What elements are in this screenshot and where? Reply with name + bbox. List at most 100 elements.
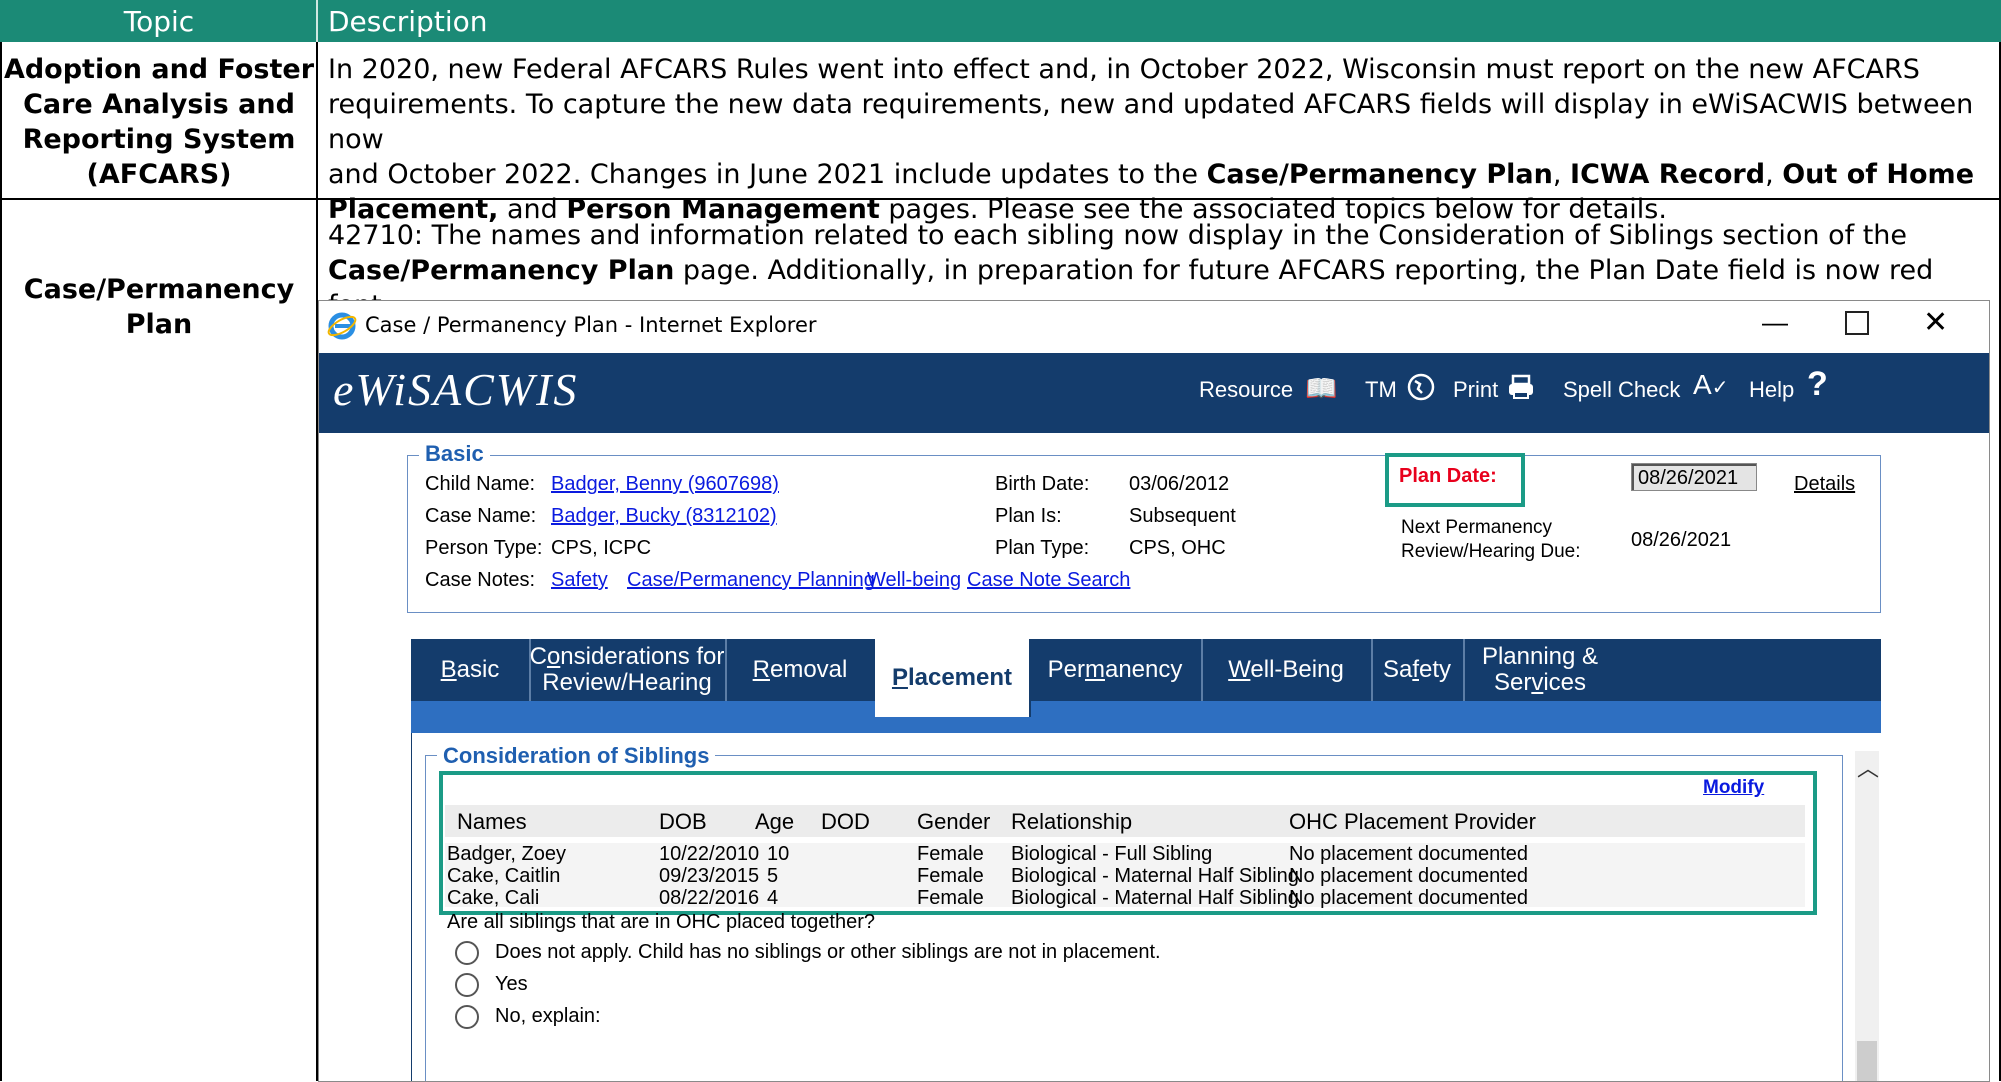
next-review-label-1: Next Permanency <box>1401 517 1553 538</box>
person-type-label: Person Type: <box>425 537 543 559</box>
desc-text: , <box>1552 159 1571 190</box>
col-age: Age <box>755 809 795 834</box>
person-type-value: CPS, ICPC <box>551 537 652 559</box>
case-name-label: Case Name: <box>425 505 537 527</box>
desc-line: 42710: The names and information related… <box>328 220 1908 251</box>
desc-bold: Case/Permanency Plan <box>328 255 675 286</box>
topic-afcars: Adoption and Foster Care Analysis and Re… <box>2 52 316 192</box>
cell-name: Cake, Cali <box>447 887 540 909</box>
table-row: Cake, Caitlin 09/23/2015 5 Female Biolog… <box>319 865 1819 887</box>
scrollbar-thumb[interactable] <box>1857 1041 1877 1081</box>
radio-does-not-apply[interactable] <box>455 941 479 965</box>
topic-line: Plan <box>125 309 193 340</box>
help-icon[interactable]: ? <box>1807 365 1828 404</box>
page-content: Basic Child Name: Badger, Benny (9607698… <box>319 433 1989 1081</box>
cell-age: 4 <box>767 887 779 909</box>
desc-line: In 2020, new Federal AFCARS Rules went i… <box>328 54 1920 85</box>
printer-icon[interactable] <box>1507 373 1535 401</box>
book-icon[interactable]: 📖 <box>1305 373 1337 404</box>
plan-type-value: CPS, OHC <box>1129 537 1226 559</box>
ie-window: Case / Permanency Plan - Internet Explor… <box>318 300 1990 1082</box>
plan-type-label: Plan Type: <box>995 537 1090 559</box>
topic-line: Case/Permanency <box>23 274 295 305</box>
case-note-search-link[interactable]: Case Note Search <box>967 569 1130 592</box>
app-logo: eWiSACWIS <box>333 364 579 415</box>
topic-header: Topic <box>123 5 195 38</box>
desc-bold: Case/Permanency Plan <box>1206 159 1553 190</box>
spell-check-link[interactable]: Spell Check <box>1563 377 1680 403</box>
cell-relationship: Biological - Maternal Half Sibling <box>1011 865 1299 887</box>
tab-well-being[interactable]: Well-Being <box>1201 639 1373 701</box>
radio-no-explain[interactable] <box>455 1005 479 1029</box>
window-titlebar: Case / Permanency Plan - Internet Explor… <box>319 301 1989 351</box>
topic-line: Adoption and Foster <box>3 54 315 85</box>
cell-dob: 10/22/2010 <box>659 843 760 865</box>
tab-planning-services[interactable]: Planning & Services <box>1463 639 1617 701</box>
cell-age: 5 <box>767 865 779 887</box>
birth-date-value: 03/06/2012 <box>1129 473 1230 495</box>
resource-link[interactable]: Resource <box>1199 377 1293 403</box>
cell-ohc-provider: No placement documented <box>1289 887 1529 909</box>
siblings-legend: Consideration of Siblings <box>437 743 716 769</box>
cell-relationship: Biological - Maternal Half Sibling <box>1011 887 1299 909</box>
scrollbar[interactable] <box>1855 751 1879 1081</box>
topic-line: (AFCARS) <box>86 159 232 190</box>
window-title: Case / Permanency Plan - Internet Explor… <box>365 313 817 337</box>
cell-age: 10 <box>767 843 790 865</box>
tab-permanency[interactable]: Permanency <box>1029 639 1203 701</box>
minimize-button[interactable]: — <box>1762 307 1788 338</box>
birth-date-label: Birth Date: <box>995 473 1090 495</box>
desc-bold: ICWA Record <box>1570 159 1766 190</box>
desc-line: and October 2022. Changes in June 2021 i… <box>328 157 1993 192</box>
tab-basic[interactable]: Basic <box>411 639 531 701</box>
tm-link[interactable]: TM <box>1365 377 1397 403</box>
cell-gender: Female <box>917 887 984 909</box>
cell-relationship: Biological - Full Sibling <box>1011 843 1213 865</box>
tab-considerations[interactable]: Considerations for Review/Hearing <box>529 639 727 701</box>
radio-yes[interactable] <box>455 973 479 997</box>
spell-check-icon[interactable]: A✓ <box>1693 369 1728 401</box>
print-link[interactable]: Print <box>1453 377 1498 403</box>
cell-dob: 09/23/2015 <box>659 865 760 887</box>
plan-date-field[interactable]: 08/26/2021 <box>1631 463 1757 491</box>
col-names: Names <box>457 809 527 834</box>
cell-gender: Female <box>917 865 984 887</box>
tab-safety[interactable]: Safety <box>1371 639 1465 701</box>
maximize-button[interactable] <box>1845 311 1869 335</box>
scroll-up-icon[interactable]: ︿ <box>1857 751 1879 783</box>
plan-is-label: Plan Is: <box>995 505 1062 527</box>
case-note-safety-link[interactable]: Safety <box>551 569 608 592</box>
option-yes: Yes <box>495 973 528 995</box>
next-review-label-2: Review/Hearing Due: <box>1401 541 1581 562</box>
close-button[interactable]: ✕ <box>1923 305 1948 340</box>
details-link[interactable]: Details <box>1794 473 1855 496</box>
plan-is-value: Subsequent <box>1129 505 1236 527</box>
col-dob: DOB <box>659 809 707 834</box>
globe-icon[interactable] <box>1407 373 1435 401</box>
modify-link[interactable]: Modify <box>1703 777 1764 799</box>
table-row: Badger, Zoey 10/22/2010 10 Female Biolog… <box>319 843 1819 865</box>
cell-gender: Female <box>917 843 984 865</box>
topic-case-permanency-plan: Case/Permanency Plan <box>2 272 316 342</box>
child-name-link[interactable]: Badger, Benny (9607698) <box>551 473 779 496</box>
option-no-explain: No, explain: <box>495 1005 601 1027</box>
help-link[interactable]: Help <box>1749 377 1794 403</box>
child-name-label: Child Name: <box>425 473 536 495</box>
option-does-not-apply: Does not apply. Child has no siblings or… <box>495 941 1161 963</box>
plan-date-label: Plan Date: <box>1399 465 1497 487</box>
tab-placement[interactable]: Placement <box>875 639 1031 717</box>
case-name-link[interactable]: Badger, Bucky (8312102) <box>551 505 777 528</box>
case-notes-label: Case Notes: <box>425 569 536 591</box>
basic-legend: Basic <box>419 441 490 467</box>
tab-strip <box>411 701 1881 733</box>
internet-explorer-icon <box>327 311 357 341</box>
cell-name: Badger, Zoey <box>447 843 566 865</box>
col-gender: Gender <box>917 809 991 834</box>
header-divider <box>316 0 318 42</box>
desc-bold: Out of Home <box>1782 159 1975 190</box>
tab-removal[interactable]: Removal <box>725 639 877 701</box>
case-note-permanency-link[interactable]: Case/Permanency Planning <box>627 569 875 592</box>
case-note-wellbeing-link[interactable]: Well-being <box>867 569 961 592</box>
table-row: Cake, Cali 08/22/2016 4 Female Biologica… <box>319 887 1819 909</box>
siblings-question: Are all siblings that are in OHC placed … <box>447 911 876 933</box>
